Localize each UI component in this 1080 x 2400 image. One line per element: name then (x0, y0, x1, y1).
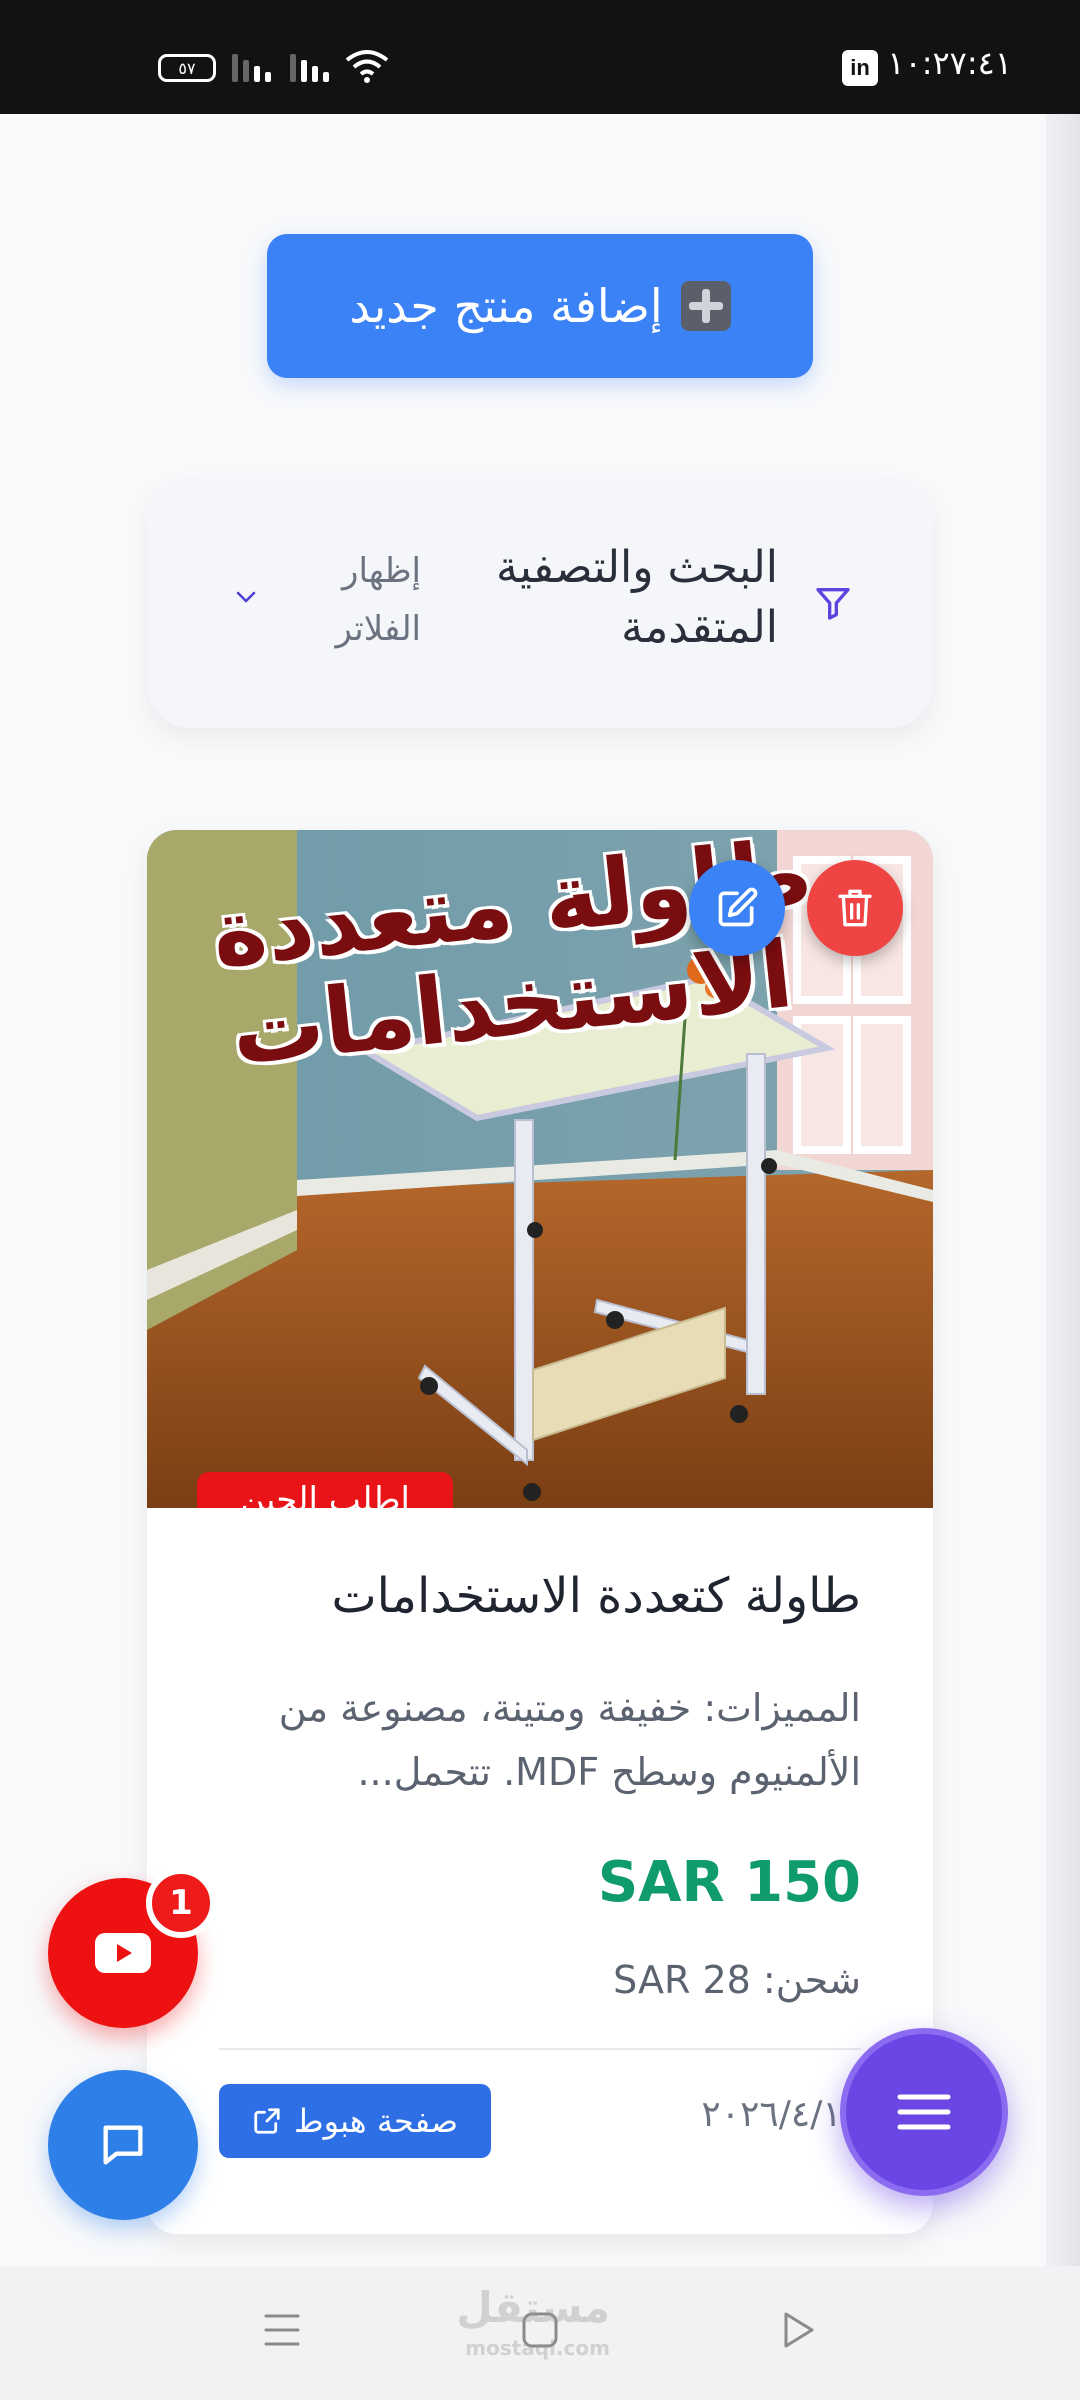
product-card: طاولة متعددة الاستخدامات اطلب الحين طاول… (147, 830, 933, 2234)
divider (219, 2048, 861, 2050)
youtube-icon (95, 1933, 151, 1973)
add-product-button[interactable]: إضافة منتج جديد (267, 234, 813, 378)
status-bar: ١٠:٢٧:٤١ in ٥٧ (0, 0, 1080, 114)
scroll-edge (1046, 114, 1080, 2266)
trash-icon (838, 889, 872, 927)
signal-icon-2 (290, 50, 329, 82)
plus-icon (680, 281, 731, 331)
add-product-label: إضافة منتج جديد (349, 279, 663, 333)
notification-badge: 1 (146, 1868, 216, 1938)
status-time: ١٠:٢٧:٤١ (887, 44, 1012, 82)
shipping-cost: شحن: SAR 28 (613, 1958, 861, 2002)
chat-icon (103, 2125, 143, 2165)
chevron-down-icon[interactable] (235, 590, 257, 604)
linkedin-notification-icon: in (842, 50, 878, 86)
delete-button[interactable] (807, 860, 903, 956)
product-description: المميزات: خفيفة ومتينة، مصنوعة من الألمن… (278, 1686, 861, 1794)
chat-button[interactable] (48, 2070, 198, 2220)
edit-button[interactable] (689, 860, 785, 956)
product-date: ٢٠٢٦/٤/١٢ (701, 2094, 861, 2135)
recents-icon[interactable] (262, 2310, 302, 2350)
menu-button[interactable] (840, 2028, 1008, 2196)
product-price: SAR 150 (597, 1850, 861, 1915)
signal-icon (232, 50, 271, 82)
landing-page-label: صفحة هبوط (294, 2102, 458, 2140)
wifi-icon (345, 50, 389, 83)
edit-icon (718, 887, 758, 927)
filter-icon (816, 588, 850, 620)
show-filters-toggle[interactable]: إظهار الفلاتر (301, 542, 421, 658)
battery-icon: ٥٧ (158, 54, 216, 82)
filter-panel[interactable]: البحث والتصفية المتقدمة إظهار الفلاتر (147, 478, 933, 728)
external-link-icon (254, 2108, 280, 2134)
watermark-ar: مستقل (456, 2283, 610, 2332)
landing-page-button[interactable]: صفحة هبوط (219, 2084, 491, 2158)
product-title: طاولة كتعددة الاستخدامات (331, 1568, 861, 1624)
menu-icon (897, 2094, 951, 2130)
back-icon[interactable] (778, 2310, 818, 2350)
product-image: طاولة متعددة الاستخدامات اطلب الحين (147, 830, 933, 1508)
watermark: مستقل mostaql.com (456, 2287, 610, 2368)
watermark-en: mostaql.com (465, 2336, 610, 2360)
promo-badge: اطلب الحين (197, 1472, 453, 1508)
filter-title: البحث والتصفية المتقدمة (496, 542, 778, 653)
